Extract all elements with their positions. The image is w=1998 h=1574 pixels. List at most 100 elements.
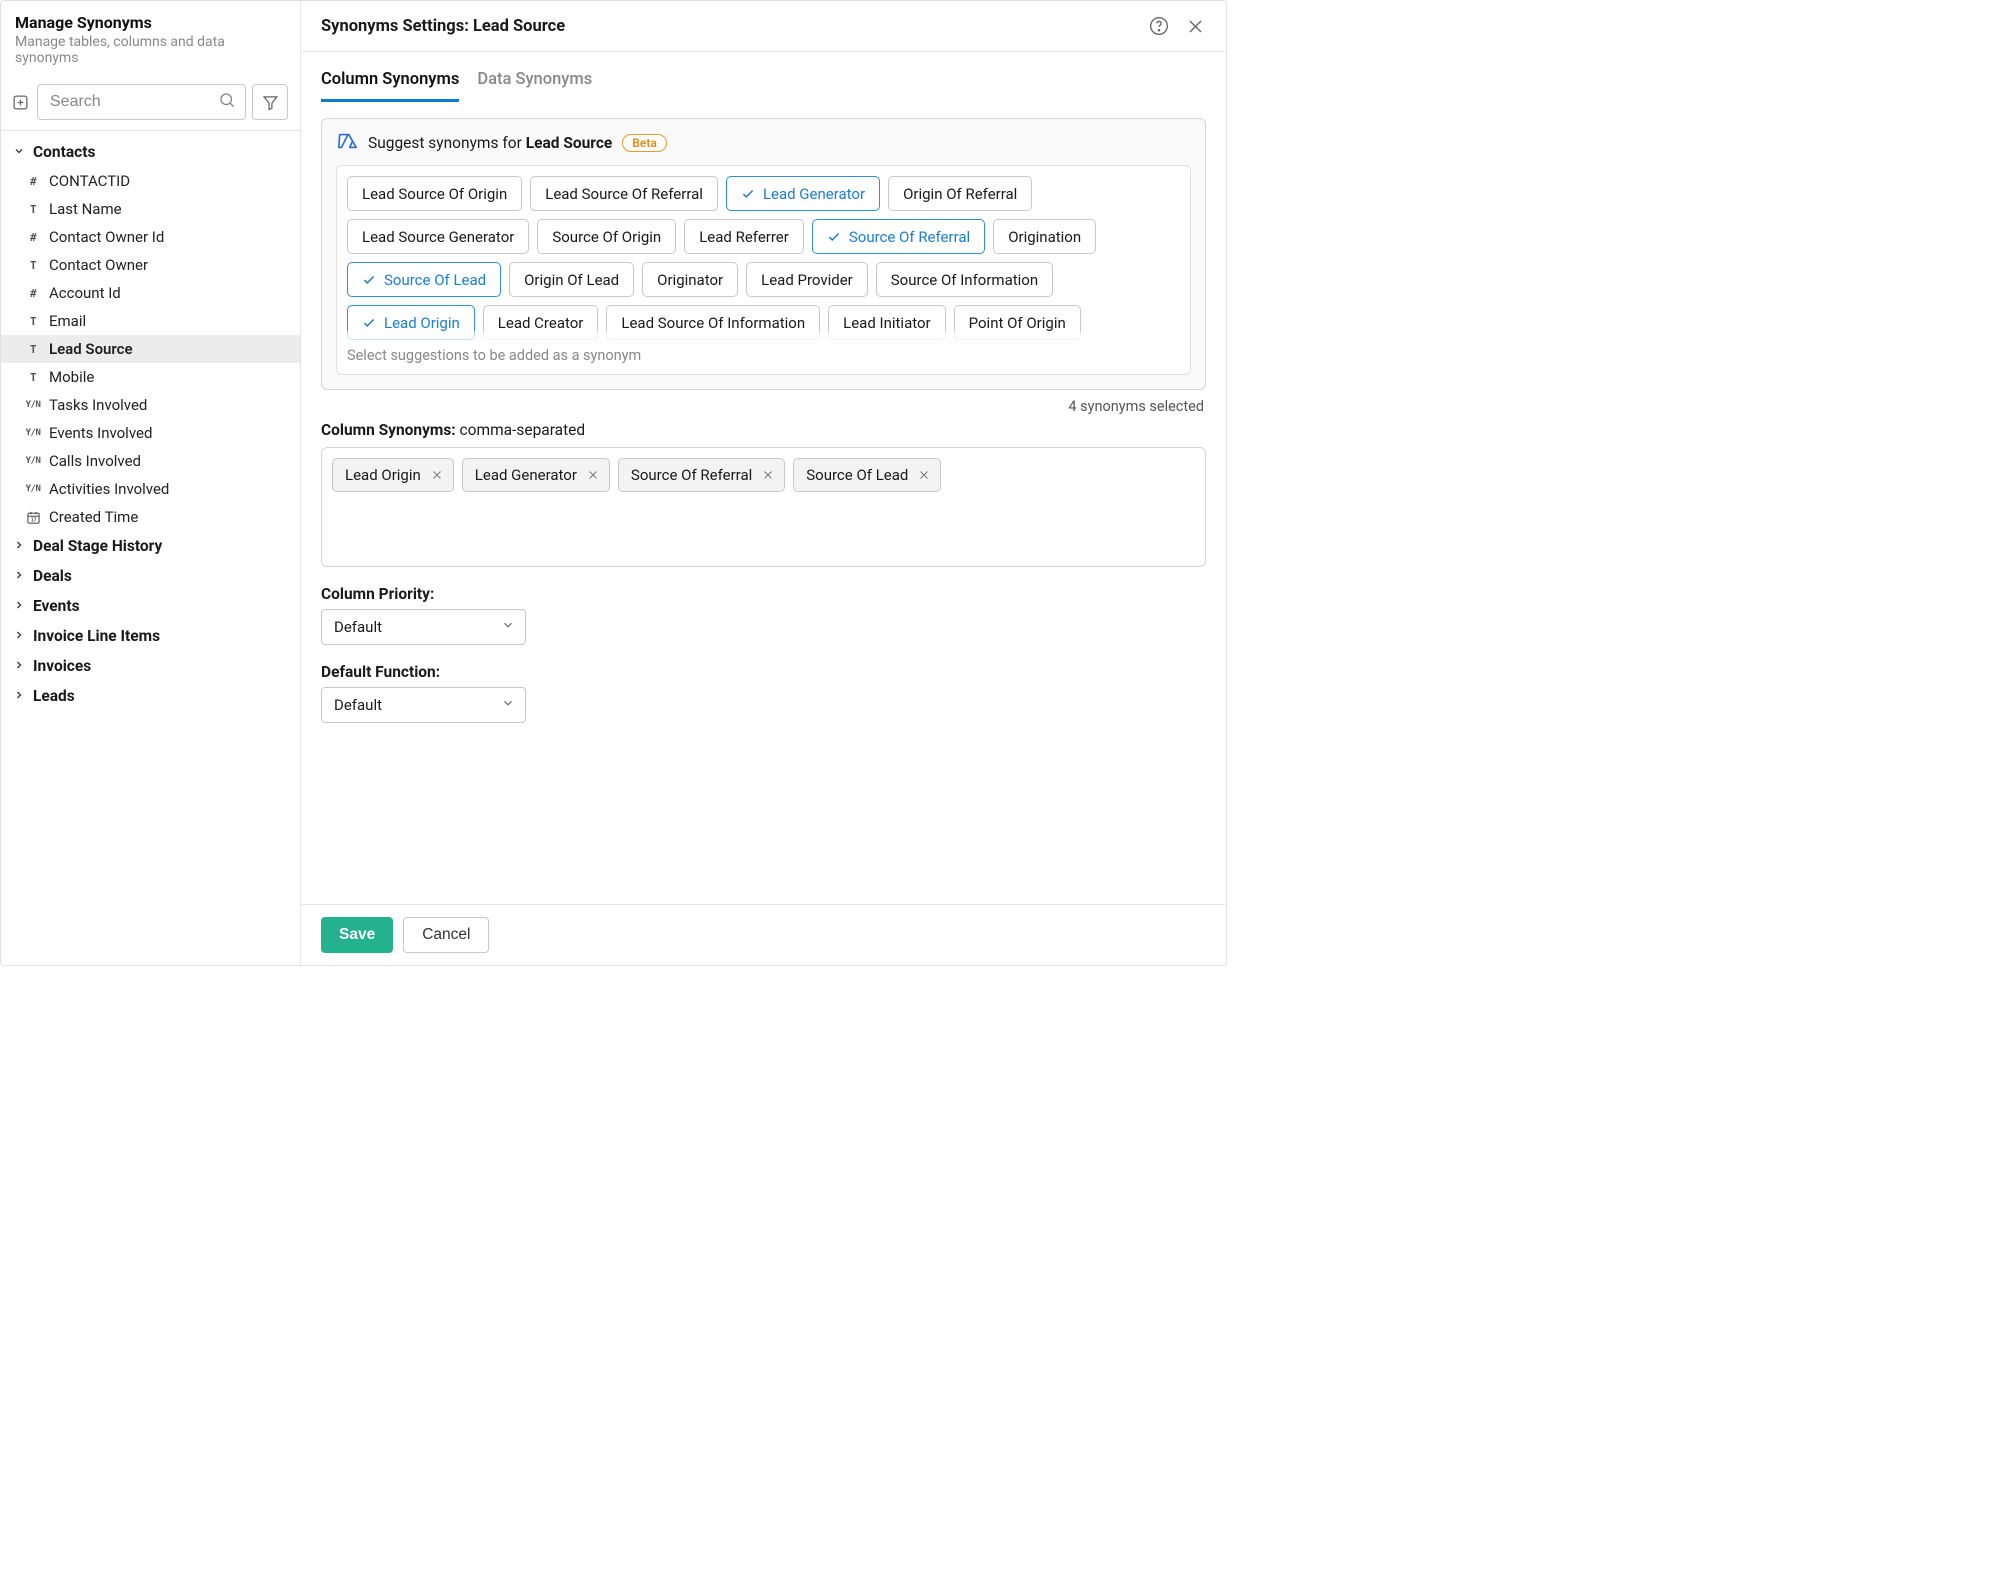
chip-label: Source Of Origin bbox=[552, 228, 661, 246]
tree-item[interactable]: Y/NCalls Involved bbox=[1, 447, 300, 475]
tree-group-label: Invoice Line Items bbox=[33, 627, 160, 645]
remove-chip-button[interactable] bbox=[918, 469, 930, 481]
tree-item[interactable]: Y/NEvents Involved bbox=[1, 419, 300, 447]
selected-synonyms-box[interactable]: Lead OriginLead GeneratorSource Of Refer… bbox=[321, 447, 1206, 567]
tree-item[interactable]: #Account Id bbox=[1, 279, 300, 307]
chevron-right-icon bbox=[13, 687, 27, 705]
tab[interactable]: Column Synonyms bbox=[321, 62, 459, 102]
tree-group[interactable]: Deal Stage History bbox=[1, 531, 300, 561]
suggest-box: Suggest synonyms for Lead Source Beta Le… bbox=[321, 118, 1206, 390]
save-button[interactable]: Save bbox=[321, 917, 393, 953]
suggestion-chip[interactable]: Origin Of Lead bbox=[509, 262, 634, 297]
chip-label: Lead Source Of Information bbox=[621, 314, 805, 332]
remove-chip-button[interactable] bbox=[587, 469, 599, 481]
selected-count: 4 synonyms selected bbox=[321, 398, 1204, 415]
default-function-dropdown[interactable]: Default bbox=[321, 687, 526, 723]
priority-dropdown[interactable]: Default bbox=[321, 609, 526, 645]
suggestion-chip[interactable]: Lead Referrer bbox=[684, 219, 804, 254]
tree-item[interactable]: Y/NActivities Involved bbox=[1, 475, 300, 503]
chip-label: Origin Of Lead bbox=[524, 271, 619, 289]
selected-chip: Source Of Referral bbox=[618, 458, 785, 492]
suggestion-chip[interactable]: Source Of Origin bbox=[537, 219, 676, 254]
suggestion-chip[interactable]: Source Of Information bbox=[876, 262, 1053, 297]
type-hash-icon: # bbox=[25, 285, 41, 301]
tree-item-label: Contact Owner bbox=[49, 256, 148, 274]
tree-group[interactable]: Events bbox=[1, 591, 300, 621]
suggestion-chip[interactable]: Lead Source Of Referral bbox=[530, 176, 718, 211]
tree-item[interactable]: #CONTACTID bbox=[1, 167, 300, 195]
suggestion-chip[interactable]: Lead Provider bbox=[746, 262, 868, 297]
tree-item-label: Last Name bbox=[49, 200, 122, 218]
tree-item[interactable]: 17 Created Time bbox=[1, 503, 300, 531]
footer: Save Cancel bbox=[301, 904, 1226, 965]
chevron-right-icon bbox=[13, 657, 27, 675]
tree-item[interactable]: TLast Name bbox=[1, 195, 300, 223]
default-function-label: Default Function: bbox=[321, 663, 1206, 681]
tree-group-label: Deal Stage History bbox=[33, 537, 162, 555]
chip-label: Source Of Lead bbox=[806, 466, 908, 484]
tree-group[interactable]: Invoices bbox=[1, 651, 300, 681]
suggestion-chip[interactable]: Source Of Referral bbox=[812, 219, 985, 254]
tab[interactable]: Data Synonyms bbox=[477, 62, 592, 102]
suggestion-chip[interactable]: Origination bbox=[993, 219, 1096, 254]
tree-item[interactable]: TEmail bbox=[1, 307, 300, 335]
tree-item-label: Contact Owner Id bbox=[49, 228, 164, 246]
beta-badge: Beta bbox=[622, 134, 667, 152]
tree-item-label: Created Time bbox=[49, 508, 138, 526]
chip-label: Lead Origin bbox=[384, 314, 460, 332]
chevron-right-icon bbox=[13, 627, 27, 645]
left-header: Manage Synonyms Manage tables, columns a… bbox=[1, 1, 300, 74]
help-icon bbox=[1149, 16, 1169, 36]
type-hash-icon: # bbox=[25, 229, 41, 245]
help-button[interactable] bbox=[1148, 15, 1170, 37]
chip-label: Originator bbox=[657, 271, 723, 289]
check-icon bbox=[741, 187, 755, 201]
remove-chip-button[interactable] bbox=[431, 469, 443, 481]
tree-item[interactable]: TLead Source bbox=[1, 335, 300, 363]
chip-label: Lead Referrer bbox=[699, 228, 789, 246]
chevron-down-icon bbox=[13, 143, 27, 161]
suggestion-chip[interactable]: Lead Source Generator bbox=[347, 219, 529, 254]
tree-group-label: Events bbox=[33, 597, 80, 615]
type-text-icon: T bbox=[25, 313, 41, 329]
tree-item[interactable]: TMobile bbox=[1, 363, 300, 391]
tree-item[interactable]: TContact Owner bbox=[1, 251, 300, 279]
tree-group-contacts[interactable]: Contacts bbox=[1, 137, 300, 167]
tree-item[interactable]: Y/NTasks Involved bbox=[1, 391, 300, 419]
suggestion-chip[interactable]: Lead Source Of Origin bbox=[347, 176, 522, 211]
tree-group[interactable]: Deals bbox=[1, 561, 300, 591]
right-header: Synonyms Settings: Lead Source bbox=[301, 1, 1226, 52]
suggestion-chip[interactable]: Source Of Lead bbox=[347, 262, 501, 297]
priority-label: Column Priority: bbox=[321, 585, 1206, 603]
type-yn-icon: Y/N bbox=[25, 397, 41, 413]
suggestion-chip[interactable]: Originator bbox=[642, 262, 738, 297]
chip-label: Point Of Origin bbox=[969, 314, 1066, 332]
chips-footer: Select suggestions to be added as a syno… bbox=[337, 331, 1190, 374]
chip-label: Source Of Referral bbox=[631, 466, 752, 484]
cancel-button[interactable]: Cancel bbox=[403, 917, 489, 953]
suggestion-chip[interactable]: Origin Of Referral bbox=[888, 176, 1032, 211]
tree-group[interactable]: Invoice Line Items bbox=[1, 621, 300, 651]
filter-button[interactable] bbox=[252, 84, 288, 120]
chevron-down-icon bbox=[501, 696, 515, 714]
tree-item-label: Events Involved bbox=[49, 424, 152, 442]
selected-chip: Source Of Lead bbox=[793, 458, 941, 492]
tree-item[interactable]: # Contact Owner Id bbox=[1, 223, 300, 251]
tree-group-label: Deals bbox=[33, 567, 72, 585]
check-icon bbox=[827, 230, 841, 244]
left-panel: Manage Synonyms Manage tables, columns a… bbox=[1, 1, 301, 965]
chips-area: Lead Source Of OriginLead Source Of Refe… bbox=[336, 165, 1191, 375]
chip-label: Lead Creator bbox=[498, 314, 584, 332]
chip-label: Source Of Referral bbox=[849, 228, 970, 246]
check-icon bbox=[362, 273, 376, 287]
left-title: Manage Synonyms bbox=[15, 13, 286, 32]
tree-item-label: CONTACTID bbox=[49, 172, 130, 190]
search-input[interactable] bbox=[37, 84, 246, 120]
type-date-icon: 17 bbox=[25, 509, 41, 525]
chip-label: Source Of Information bbox=[891, 271, 1038, 289]
suggestion-chip[interactable]: Lead Generator bbox=[726, 176, 880, 211]
tree-group[interactable]: Leads bbox=[1, 681, 300, 711]
remove-chip-button[interactable] bbox=[762, 469, 774, 481]
add-button[interactable] bbox=[9, 91, 31, 113]
close-button[interactable] bbox=[1184, 15, 1206, 37]
